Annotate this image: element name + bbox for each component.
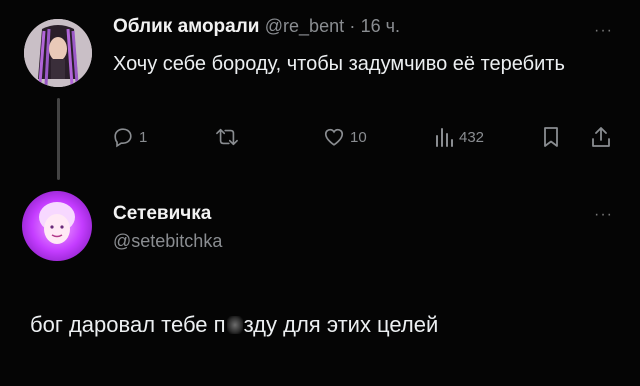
reply-text-start: бог даровал тебе п <box>30 312 226 337</box>
reply-author-handle[interactable]: @setebitchka <box>113 231 222 251</box>
screenshot: Облик аморали @re_bent · 16 ч. ··· Хочу … <box>0 0 640 386</box>
reply-handle-line: @setebitchka <box>113 231 222 253</box>
tweet-header: Облик аморали @re_bent · 16 ч. <box>113 16 400 38</box>
header-separator: · <box>349 16 356 36</box>
retweet-button[interactable] <box>215 126 244 148</box>
reply-count: 1 <box>139 128 148 146</box>
author-avatar[interactable] <box>24 19 92 87</box>
thread-connector <box>57 98 60 180</box>
like-button[interactable]: 10 <box>323 126 367 148</box>
views-count: 432 <box>459 128 485 146</box>
retweet-icon <box>215 126 239 148</box>
bookmark-icon <box>542 126 560 148</box>
reply-button[interactable]: 1 <box>112 126 147 148</box>
views-button[interactable]: 432 <box>434 126 484 148</box>
reply-more-options-icon[interactable]: ··· <box>594 206 613 224</box>
tweet-time[interactable]: 16 ч. <box>361 16 400 36</box>
tweet-text: Хочу себе бороду, чтобы задумчиво её тер… <box>113 53 565 75</box>
reply-text: бог даровал тебе п зду для этих целей <box>30 312 438 338</box>
author-handle[interactable]: @re_bent <box>265 16 344 36</box>
reply-author-name[interactable]: Сетевичка <box>113 203 211 224</box>
author-name[interactable]: Облик аморали <box>113 16 259 37</box>
heart-icon <box>323 126 345 148</box>
bar-chart-icon <box>434 126 454 148</box>
share-button[interactable] <box>591 126 611 148</box>
comment-icon <box>112 126 134 148</box>
like-count: 10 <box>350 128 367 146</box>
more-options-icon[interactable]: ··· <box>594 22 613 40</box>
share-icon <box>591 126 611 148</box>
bookmark-button[interactable] <box>542 126 560 148</box>
censor-blur <box>226 316 243 334</box>
reply-author-name-line: Сетевичка <box>113 203 211 225</box>
reply-author-avatar[interactable] <box>22 191 92 261</box>
reply-text-end: зду для этих целей <box>243 312 439 337</box>
